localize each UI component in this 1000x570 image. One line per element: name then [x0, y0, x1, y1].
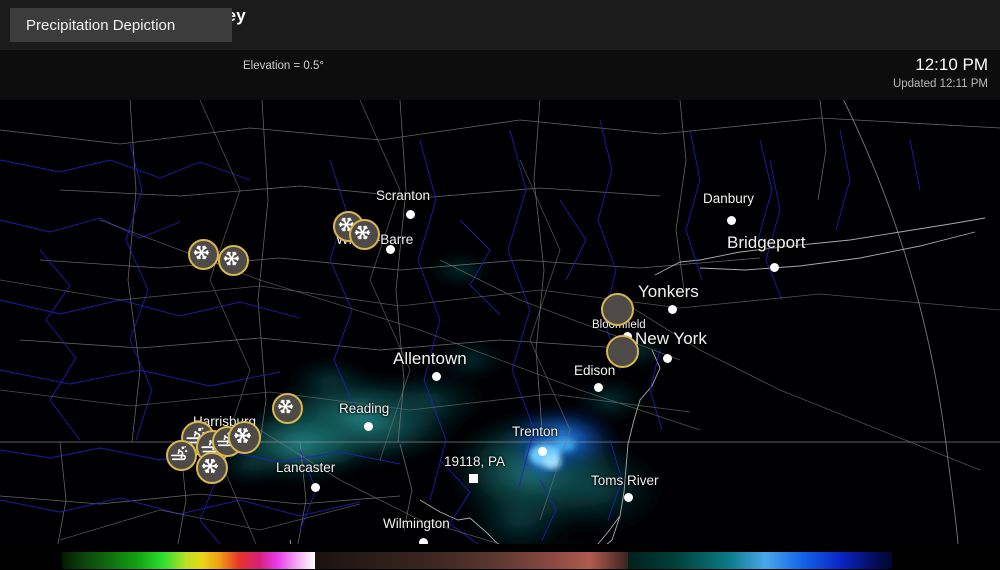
snow-color-scale — [628, 552, 892, 569]
city-marker-dot[interactable] — [727, 216, 736, 225]
snow-hazard-icon[interactable] — [349, 219, 380, 250]
hazard-marker-icon[interactable] — [601, 293, 634, 326]
city-marker-dot[interactable] — [432, 372, 441, 381]
city-marker-dot[interactable] — [364, 422, 373, 431]
city-marker-dot[interactable] — [386, 245, 395, 254]
radar-range-ring — [843, 100, 959, 544]
snow-hazard-icon[interactable] — [228, 421, 261, 454]
color-scale-legend — [0, 544, 1000, 570]
snow-hazard-icon[interactable] — [196, 452, 228, 484]
city-marker-dot[interactable] — [624, 493, 633, 502]
updated-time: Updated 12:11 PM — [892, 78, 988, 90]
mixed-color-scale — [315, 552, 628, 569]
blowing-snow-hazard-icon[interactable] — [166, 440, 197, 471]
rain-color-scale — [62, 552, 315, 569]
radar-application: KDIX - Mt. Holly, New Jersey VCP 215: Pr… — [0, 0, 1000, 570]
snow-hazard-icon[interactable] — [272, 393, 303, 424]
current-time: 12:10 PM — [915, 55, 988, 74]
clock-group: 12:10 PM Updated 12:11 PM — [893, 55, 988, 90]
city-marker-dot[interactable] — [770, 263, 779, 272]
elevation-label: Elevation = 0.5° — [243, 60, 324, 72]
snow-hazard-icon[interactable] — [218, 245, 249, 276]
city-marker-dot[interactable] — [406, 210, 415, 219]
radar-map[interactable]: ScrantonDanburyWilkes-BarreBridgeportYon… — [0, 100, 1000, 544]
hazard-marker-icon[interactable] — [606, 335, 639, 368]
toolbar — [0, 50, 1000, 100]
city-marker-dot[interactable] — [668, 305, 677, 314]
city-marker-dot[interactable] — [594, 383, 603, 392]
map-vectors — [0, 100, 1000, 544]
snow-hazard-icon[interactable] — [188, 239, 219, 270]
city-marker-dot[interactable] — [663, 354, 672, 363]
city-marker-dot[interactable] — [538, 447, 547, 456]
precipitation-depiction-tab[interactable]: Precipitation Depiction — [10, 8, 232, 42]
city-marker-dot[interactable] — [311, 483, 320, 492]
zip-code-marker[interactable] — [469, 474, 478, 483]
